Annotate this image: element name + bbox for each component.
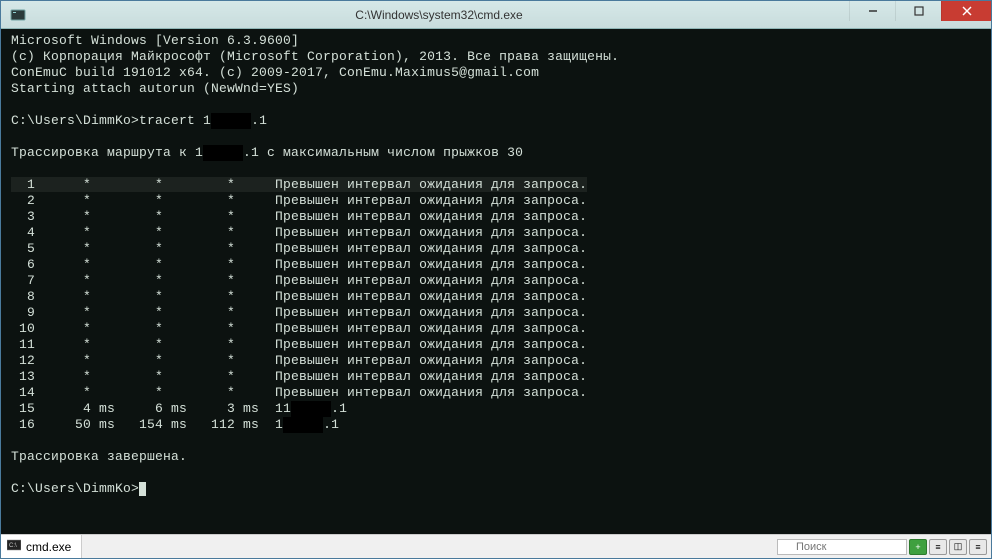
svg-text:C:\: C:\ <box>9 543 17 549</box>
menu-button[interactable]: ≡ <box>969 539 987 555</box>
tabbar-spacer <box>82 535 777 558</box>
hop-row: 13 * * * Превышен интервал ожидания для … <box>11 369 587 384</box>
hop-row: 6 * * * Превышен интервал ожидания для з… <box>11 257 587 272</box>
hop-row: 11 * * * Превышен интервал ожидания для … <box>11 337 587 352</box>
redacted-ip: xxxxx <box>291 401 331 417</box>
console-icon: C:\ <box>7 539 21 554</box>
prompt: C:\Users\DimmKo> <box>11 481 139 496</box>
tab-cmd[interactable]: C:\ cmd.exe <box>1 535 82 558</box>
hop-row: 4 * * * Превышен интервал ожидания для з… <box>11 225 587 240</box>
close-button[interactable] <box>941 1 991 21</box>
redacted-ip: xxxxx <box>203 145 243 161</box>
minimize-button[interactable] <box>849 1 895 21</box>
window-controls <box>849 1 991 28</box>
hop-row: 3 * * * Превышен интервал ожидания для з… <box>11 209 587 224</box>
hop-row: 8 * * * Превышен интервал ожидания для з… <box>11 289 587 304</box>
hop-row: 16 50 ms 154 ms 112 ms 1 <box>11 417 283 432</box>
hop-row: 2 * * * Превышен интервал ожидания для з… <box>11 193 587 208</box>
header-line: ConEmuC build 191012 x64. (c) 2009-2017,… <box>11 65 539 80</box>
new-console-button[interactable]: + <box>909 539 927 555</box>
conemu-window: C:\Windows\system32\cmd.exe Microsoft Wi… <box>0 0 992 559</box>
redacted-ip: xxxxx <box>283 417 323 433</box>
hop-row: 10 * * * Превышен интервал ожидания для … <box>11 321 587 336</box>
hop-row: 14 * * * Превышен интервал ожидания для … <box>11 385 587 400</box>
app-icon <box>7 4 29 26</box>
maximize-button[interactable] <box>895 1 941 21</box>
titlebar[interactable]: C:\Windows\system32\cmd.exe <box>1 1 991 29</box>
text-cursor <box>139 482 146 496</box>
command-text: tracert 1 <box>139 113 211 128</box>
hop-row-ip: .1 <box>331 401 347 416</box>
tab-bar: C:\ cmd.exe 🔍 + ≡ ◫ ≡ <box>1 534 991 558</box>
prompt: C:\Users\DimmKo> <box>11 113 139 128</box>
hop-row-ip: .1 <box>323 417 339 432</box>
header-line: Microsoft Windows [Version 6.3.9600] <box>11 33 299 48</box>
tab-label: cmd.exe <box>26 540 71 554</box>
hop-row: 12 * * * Превышен интервал ожидания для … <box>11 353 587 368</box>
alternative-button[interactable]: ≡ <box>929 539 947 555</box>
search-box[interactable]: 🔍 <box>777 539 907 555</box>
trace-footer: Трассировка завершена. <box>11 449 187 464</box>
hop-row: 9 * * * Превышен интервал ожидания для з… <box>11 305 587 320</box>
hop-row: 7 * * * Превышен интервал ожидания для з… <box>11 273 587 288</box>
terminal-output[interactable]: Microsoft Windows [Version 6.3.9600] (c)… <box>1 29 991 534</box>
trace-header: .1 с максимальным числом прыжков 30 <box>243 145 523 160</box>
trace-header: Трассировка маршрута к 1 <box>11 145 203 160</box>
hop-row: 1 * * * Превышен интервал ожидания для з… <box>11 177 587 192</box>
redacted-ip: xxxxx <box>211 113 251 129</box>
split-button[interactable]: ◫ <box>949 539 967 555</box>
toolbar-right: 🔍 + ≡ ◫ ≡ <box>777 535 991 558</box>
hop-row: 5 * * * Превышен интервал ожидания для з… <box>11 241 587 256</box>
header-line: (c) Корпорация Майкрософт (Microsoft Cor… <box>11 49 619 64</box>
command-text: .1 <box>251 113 267 128</box>
window-title: C:\Windows\system32\cmd.exe <box>29 8 849 22</box>
hop-row: 15 4 ms 6 ms 3 ms 11 <box>11 401 291 416</box>
search-input[interactable] <box>777 539 907 555</box>
header-line: Starting attach autorun (NewWnd=YES) <box>11 81 299 96</box>
